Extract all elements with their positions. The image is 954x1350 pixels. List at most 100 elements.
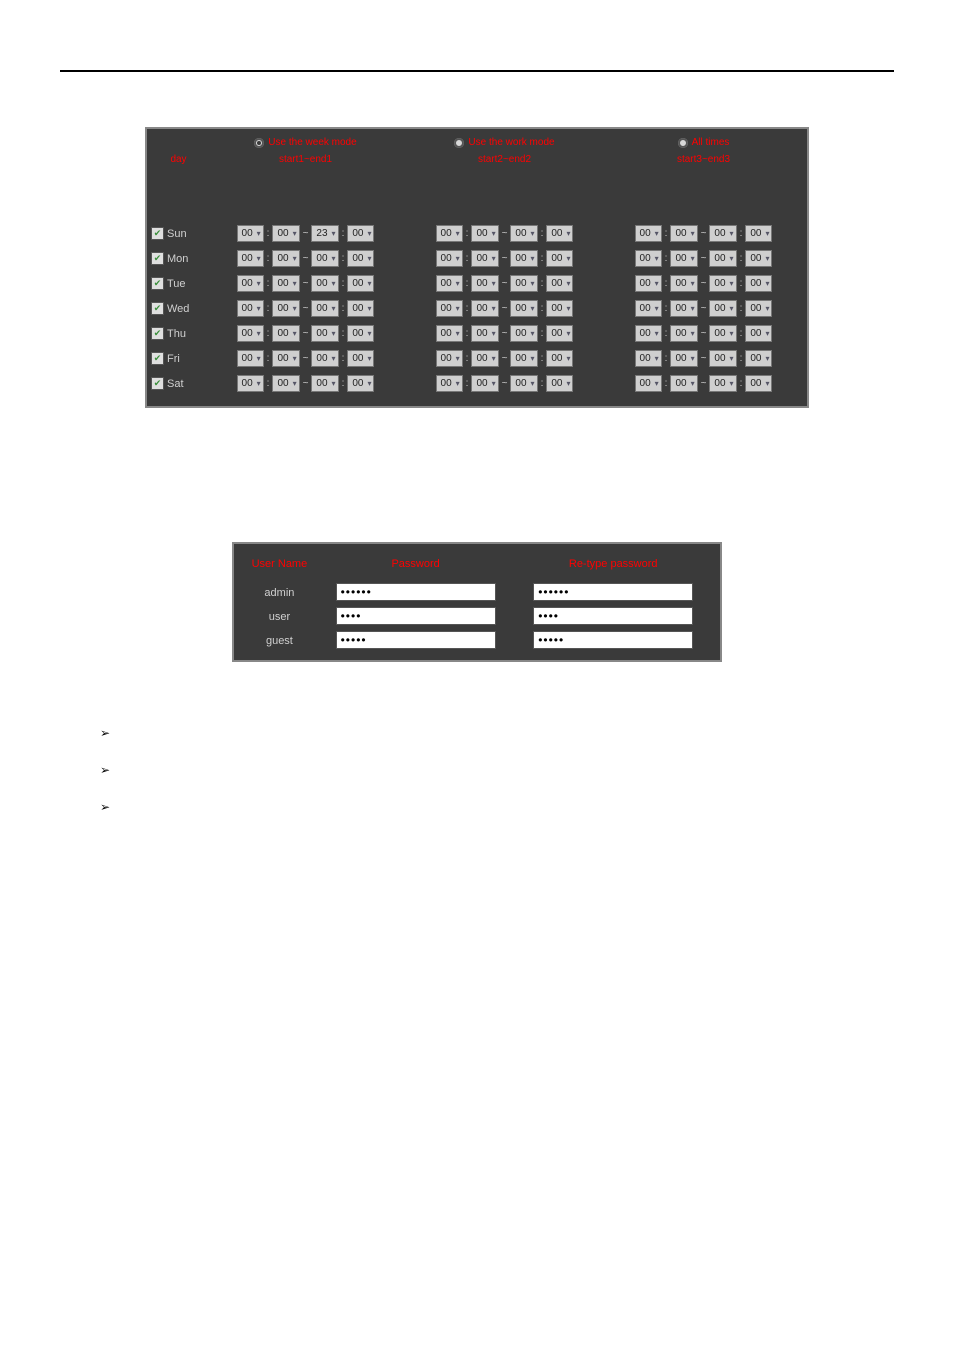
time-select[interactable]: 00▾ — [745, 250, 772, 267]
time-select[interactable]: 00▾ — [347, 325, 374, 342]
day-checkbox[interactable]: ✔ — [151, 227, 164, 240]
time-select[interactable]: 00▾ — [709, 300, 736, 317]
time-select[interactable]: 00▾ — [471, 250, 498, 267]
time-select[interactable]: 00▾ — [347, 250, 374, 267]
time-select[interactable]: 00▾ — [635, 275, 662, 292]
time-select[interactable]: 00▾ — [546, 375, 573, 392]
time-select[interactable]: 00▾ — [436, 225, 463, 242]
day-checkbox[interactable]: ✔ — [151, 377, 164, 390]
mode-radio-all[interactable] — [678, 138, 688, 148]
time-select[interactable]: 00▾ — [347, 300, 374, 317]
time-select[interactable]: 00▾ — [237, 325, 264, 342]
time-select[interactable]: 00▾ — [347, 275, 374, 292]
time-select[interactable]: 00▾ — [510, 250, 537, 267]
password-field[interactable]: •••••• — [336, 583, 496, 601]
time-select[interactable]: 00▾ — [237, 225, 264, 242]
time-select[interactable]: 00▾ — [745, 225, 772, 242]
time-select[interactable]: 00▾ — [471, 350, 498, 367]
time-select[interactable]: 00▾ — [635, 325, 662, 342]
time-select[interactable]: 00▾ — [635, 350, 662, 367]
time-select[interactable]: 00▾ — [745, 275, 772, 292]
day-checkbox[interactable]: ✔ — [151, 277, 164, 290]
time-select[interactable]: 00▾ — [272, 275, 299, 292]
time-select[interactable]: 00▾ — [436, 350, 463, 367]
time-select[interactable]: 00▾ — [709, 375, 736, 392]
time-select[interactable]: 00▾ — [471, 300, 498, 317]
time-select[interactable]: 00▾ — [709, 325, 736, 342]
time-select[interactable]: 00▾ — [745, 350, 772, 367]
time-select[interactable]: 00▾ — [709, 250, 736, 267]
day-checkbox[interactable]: ✔ — [151, 302, 164, 315]
time-select[interactable]: 00▾ — [272, 325, 299, 342]
time-select[interactable]: 00▾ — [670, 350, 697, 367]
time-select[interactable]: 00▾ — [237, 300, 264, 317]
time-select[interactable]: 00▾ — [709, 275, 736, 292]
time-select[interactable]: 00▾ — [635, 225, 662, 242]
time-select[interactable]: 00▾ — [546, 250, 573, 267]
time-select[interactable]: 00▾ — [635, 250, 662, 267]
time-select[interactable]: 00▾ — [471, 375, 498, 392]
time-select[interactable]: 00▾ — [347, 350, 374, 367]
time-select[interactable]: 00▾ — [237, 350, 264, 367]
time-select[interactable]: 00▾ — [745, 375, 772, 392]
time-select[interactable]: 00▾ — [635, 375, 662, 392]
time-select[interactable]: 23▾ — [311, 225, 338, 242]
time-select[interactable]: 00▾ — [436, 325, 463, 342]
time-select[interactable]: 00▾ — [436, 275, 463, 292]
time-select[interactable]: 00▾ — [546, 275, 573, 292]
time-select[interactable]: 00▾ — [436, 375, 463, 392]
time-select[interactable]: 00▾ — [510, 300, 537, 317]
time-select[interactable]: 00▾ — [510, 350, 537, 367]
time-select[interactable]: 00▾ — [347, 225, 374, 242]
time-select[interactable]: 00▾ — [745, 325, 772, 342]
time-select[interactable]: 00▾ — [745, 300, 772, 317]
time-select[interactable]: 00▾ — [670, 275, 697, 292]
time-select[interactable]: 00▾ — [272, 225, 299, 242]
mode-radio-work[interactable] — [454, 138, 464, 148]
time-select[interactable]: 00▾ — [709, 350, 736, 367]
day-checkbox[interactable]: ✔ — [151, 327, 164, 340]
time-select[interactable]: 00▾ — [272, 375, 299, 392]
time-select[interactable]: 00▾ — [436, 300, 463, 317]
time-select[interactable]: 00▾ — [272, 250, 299, 267]
time-select[interactable]: 00▾ — [510, 375, 537, 392]
time-select[interactable]: 00▾ — [546, 350, 573, 367]
time-select[interactable]: 00▾ — [311, 300, 338, 317]
mode-radio-week[interactable] — [254, 138, 264, 148]
time-select[interactable]: 00▾ — [635, 300, 662, 317]
time-select[interactable]: 00▾ — [272, 300, 299, 317]
day-checkbox[interactable]: ✔ — [151, 252, 164, 265]
time-select[interactable]: 00▾ — [670, 375, 697, 392]
time-select[interactable]: 00▾ — [546, 225, 573, 242]
time-select[interactable]: 00▾ — [709, 225, 736, 242]
time-select[interactable]: 00▾ — [510, 325, 537, 342]
time-select[interactable]: 00▾ — [311, 275, 338, 292]
time-select[interactable]: 00▾ — [471, 275, 498, 292]
day-checkbox[interactable]: ✔ — [151, 352, 164, 365]
time-select[interactable]: 00▾ — [347, 375, 374, 392]
time-select[interactable]: 00▾ — [670, 250, 697, 267]
time-select[interactable]: 00▾ — [237, 250, 264, 267]
time-select[interactable]: 00▾ — [436, 250, 463, 267]
time-select[interactable]: 00▾ — [510, 275, 537, 292]
time-select[interactable]: 00▾ — [670, 300, 697, 317]
time-select[interactable]: 00▾ — [272, 350, 299, 367]
time-select[interactable]: 00▾ — [237, 375, 264, 392]
time-select[interactable]: 00▾ — [311, 350, 338, 367]
time-select[interactable]: 00▾ — [471, 225, 498, 242]
password-field[interactable]: •••• — [336, 607, 496, 625]
time-select[interactable]: 00▾ — [546, 300, 573, 317]
time-select[interactable]: 00▾ — [311, 325, 338, 342]
retype-password-field[interactable]: •••••• — [533, 583, 693, 601]
time-select[interactable]: 00▾ — [311, 250, 338, 267]
time-select[interactable]: 00▾ — [237, 275, 264, 292]
time-select[interactable]: 00▾ — [670, 225, 697, 242]
password-field[interactable]: ••••• — [336, 631, 496, 649]
retype-password-field[interactable]: •••• — [533, 607, 693, 625]
retype-password-field[interactable]: ••••• — [533, 631, 693, 649]
time-select[interactable]: 00▾ — [311, 375, 338, 392]
time-select[interactable]: 00▾ — [546, 325, 573, 342]
time-select[interactable]: 00▾ — [510, 225, 537, 242]
time-select[interactable]: 00▾ — [670, 325, 697, 342]
time-select[interactable]: 00▾ — [471, 325, 498, 342]
